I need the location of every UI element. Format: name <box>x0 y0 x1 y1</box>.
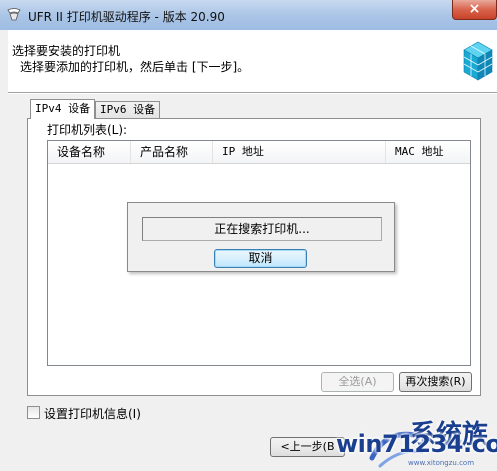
page-title: 选择要安装的打印机 <box>12 44 121 58</box>
page-subtitle: 选择要添加的打印机，然后单击 [下一步]。 <box>20 60 250 74</box>
close-icon: × <box>468 1 481 17</box>
search-again-button[interactable]: 再次搜索(R) <box>399 372 472 392</box>
select-all-button[interactable]: 全选(A) <box>321 372 394 392</box>
printer-list-label: 打印机列表(L): <box>47 123 128 137</box>
column-device-name[interactable]: 设备名称 <box>48 141 131 163</box>
search-status-text: 正在搜索打印机... <box>214 222 310 236</box>
prev-button[interactable]: <上一步(B <box>270 437 345 457</box>
column-product-name[interactable]: 产品名称 <box>131 141 213 163</box>
watermark-url: www.xitongzu.com <box>408 459 475 467</box>
header-separator <box>8 92 497 94</box>
column-mac-address[interactable]: MAC 地址 <box>386 141 470 163</box>
watermark-cn-text: 系统族 <box>410 420 489 450</box>
close-button[interactable]: × <box>452 0 497 20</box>
installer-window: UFR II 打印机驱动程序 - 版本 20.90 × 选择要安装的打印机 选择… <box>0 0 497 471</box>
site-watermark: 系统族 win71234.com www.xitongzu.com <box>330 414 497 471</box>
printer-list-header: 设备名称 产品名称 IP 地址 MAC 地址 <box>48 141 470 164</box>
title-bar[interactable]: UFR II 打印机驱动程序 - 版本 20.90 × <box>0 0 497 30</box>
search-status-box: 正在搜索打印机... <box>142 217 382 241</box>
printer-info-checkbox[interactable] <box>27 406 40 419</box>
printer-cubes-icon <box>460 38 496 84</box>
tab-ipv6[interactable]: IPv6 设备 <box>95 101 161 118</box>
tab-ipv4[interactable]: IPv4 设备 <box>30 99 96 119</box>
header-panel: 选择要安装的打印机 选择要添加的打印机，然后单击 [下一步]。 <box>8 30 497 92</box>
window-title: UFR II 打印机驱动程序 - 版本 20.90 <box>28 10 225 24</box>
cancel-search-button[interactable]: 取消 <box>214 249 307 268</box>
printer-info-label: 设置打印机信息(I) <box>44 407 141 421</box>
printer-app-icon <box>6 8 22 22</box>
search-progress-dialog: 正在搜索打印机... 取消 <box>127 202 395 272</box>
watermark-text: win71234.com <box>336 430 497 458</box>
column-ip-address[interactable]: IP 地址 <box>213 141 386 163</box>
watermark-swirl-icon <box>369 431 424 468</box>
